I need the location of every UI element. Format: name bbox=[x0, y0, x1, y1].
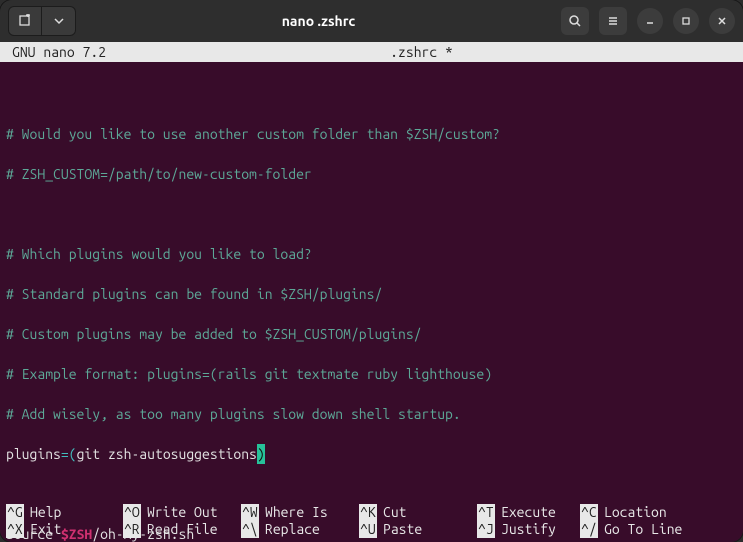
close-button[interactable] bbox=[709, 8, 735, 34]
shortcut-item: ^/Go To Line bbox=[580, 521, 737, 538]
shortcut-item: ^XExit bbox=[6, 521, 123, 538]
window-title: nano .zshrc bbox=[84, 13, 553, 29]
shortcut-item: ^OWrite Out bbox=[123, 504, 241, 521]
editor-line: # Which plugins would you like to load? bbox=[6, 244, 737, 264]
terminal-body[interactable]: GNU nano 7.2 .zshrc * # Would you like t… bbox=[0, 42, 743, 542]
shortcut-item: ^\Replace bbox=[241, 521, 359, 538]
cursor: ) bbox=[257, 444, 266, 464]
nano-shortcuts: ^GHelp ^OWrite Out ^WWhere Is ^KCut ^TEx… bbox=[0, 504, 743, 538]
shortcut-item: ^CLocation bbox=[580, 504, 737, 521]
editor-line: # Add wisely, as too many plugins slow d… bbox=[6, 404, 737, 424]
editor-line bbox=[6, 84, 737, 104]
shortcut-item: ^KCut bbox=[359, 504, 477, 521]
new-tab-button[interactable] bbox=[8, 6, 42, 36]
shortcut-row: ^GHelp ^OWrite Out ^WWhere Is ^KCut ^TEx… bbox=[6, 504, 737, 521]
nano-header: GNU nano 7.2 .zshrc * bbox=[0, 42, 743, 62]
editor-line: # Example format: plugins=(rails git tex… bbox=[6, 364, 737, 384]
titlebar-right-controls bbox=[561, 7, 735, 35]
shortcut-item: ^RRead File bbox=[123, 521, 241, 538]
dropdown-button[interactable] bbox=[42, 6, 76, 36]
shortcut-item: ^JJustify bbox=[477, 521, 580, 538]
titlebar-left-controls bbox=[8, 6, 76, 36]
shortcut-item: ^GHelp bbox=[6, 504, 123, 521]
search-button[interactable] bbox=[561, 7, 589, 35]
editor-line bbox=[6, 484, 737, 504]
editor-line: # ZSH_CUSTOM=/path/to/new-custom-folder bbox=[6, 164, 737, 184]
editor-content[interactable]: # Would you like to use another custom f… bbox=[0, 62, 743, 542]
minimize-button[interactable] bbox=[637, 8, 663, 34]
editor-line: plugins=(git zsh-autosuggestions) bbox=[6, 444, 737, 464]
nano-version: GNU nano 7.2 bbox=[6, 42, 106, 62]
shortcut-item: ^WWhere Is bbox=[241, 504, 359, 521]
shortcut-item: ^UPaste bbox=[359, 521, 477, 538]
editor-line: # Custom plugins may be added to $ZSH_CU… bbox=[6, 324, 737, 344]
nano-filename: .zshrc * bbox=[106, 42, 737, 62]
editor-line: # Standard plugins can be found in $ZSH/… bbox=[6, 284, 737, 304]
shortcut-item: ^TExecute bbox=[477, 504, 580, 521]
editor-line: # Would you like to use another custom f… bbox=[6, 124, 737, 144]
shortcut-row: ^XExit ^RRead File ^\Replace ^UPaste ^JJ… bbox=[6, 521, 737, 538]
maximize-button[interactable] bbox=[673, 8, 699, 34]
menu-button[interactable] bbox=[599, 7, 627, 35]
titlebar: nano .zshrc bbox=[0, 0, 743, 42]
editor-line bbox=[6, 204, 737, 224]
terminal-window: nano .zshrc GNU nano 7.2 .zshrc * # Wo bbox=[0, 0, 743, 542]
